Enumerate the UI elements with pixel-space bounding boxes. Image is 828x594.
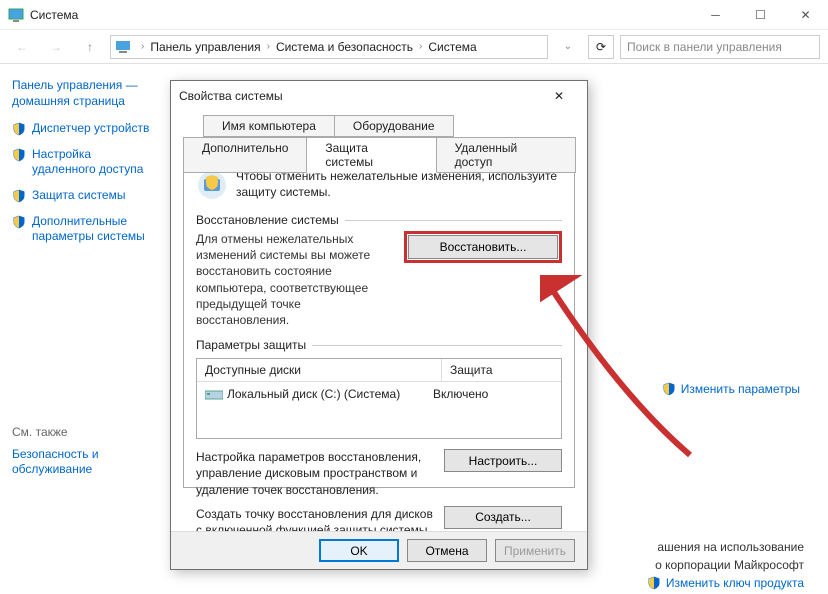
footer-license-partial: ашения на использование	[657, 540, 804, 554]
restore-description: Для отмены нежелательных изменений систе…	[196, 231, 394, 328]
search-input[interactable]: Поиск в панели управления	[620, 35, 820, 59]
change-product-key-link[interactable]: Изменить ключ продукта	[647, 576, 804, 590]
configure-description: Настройка параметров восстановления, упр…	[196, 449, 434, 498]
drives-header-protection: Защита	[441, 359, 561, 381]
system-properties-dialog: Свойства системы ✕ Имя компьютера Оборуд…	[170, 80, 588, 570]
restore-group-label: Восстановление системы	[196, 213, 562, 227]
shield-icon	[12, 215, 26, 229]
shield-icon	[647, 576, 661, 590]
shield-icon	[662, 382, 676, 396]
annotation-highlight: Восстановить...	[404, 231, 562, 263]
change-parameters-link[interactable]: Изменить параметры	[662, 382, 800, 396]
minimize-button[interactable]: ─	[693, 0, 738, 30]
refresh-button[interactable]: ⟳	[588, 35, 614, 59]
cancel-button[interactable]: Отмена	[407, 539, 487, 562]
drive-protection-status: Включено	[433, 387, 553, 401]
forward-button[interactable]: →	[42, 33, 70, 61]
close-button[interactable]: ✕	[783, 0, 828, 30]
system-protection-link[interactable]: Защита системы	[12, 188, 158, 204]
create-description: Создать точку восстановления для дисков …	[196, 506, 434, 531]
protection-group-label: Параметры защиты	[196, 338, 562, 352]
dialog-close-button[interactable]: ✕	[539, 82, 579, 110]
dialog-footer: OK Отмена Применить	[171, 531, 587, 569]
advanced-settings-link[interactable]: Дополнительные параметры системы	[12, 214, 158, 245]
intro-text: Чтобы отменить нежелательные изменения, …	[236, 169, 562, 201]
dialog-titlebar: Свойства системы ✕	[171, 81, 587, 111]
shield-icon	[12, 122, 26, 136]
shield-icon	[12, 189, 26, 203]
drive-icon	[205, 387, 223, 401]
window-titlebar: Система ─ ☐ ✕	[0, 0, 828, 30]
navigation-bar: ← → ↑ › Панель управления › Система и бе…	[0, 30, 828, 64]
configure-button[interactable]: Настроить...	[444, 449, 562, 472]
window-title: Система	[30, 8, 78, 22]
address-bar[interactable]: › Панель управления › Система и безопасн…	[110, 35, 548, 59]
create-button[interactable]: Создать...	[444, 506, 562, 529]
sidebar: Панель управления — домашняя страница Ди…	[0, 64, 170, 594]
ok-button[interactable]: OK	[319, 539, 399, 562]
tab-strip: Имя компьютера Оборудование Дополнительн…	[183, 115, 575, 159]
back-button[interactable]: ←	[8, 33, 36, 61]
device-manager-link[interactable]: Диспетчер устройств	[12, 121, 158, 137]
system-protection-icon	[196, 169, 228, 201]
tab-remote[interactable]: Удаленный доступ	[436, 137, 576, 173]
pc-icon	[115, 39, 131, 55]
tab-panel: Чтобы отменить нежелательные изменения, …	[183, 158, 575, 488]
apply-button[interactable]: Применить	[495, 539, 575, 562]
shield-icon	[12, 148, 26, 162]
tab-computer-name[interactable]: Имя компьютера	[203, 115, 335, 137]
drives-header-drive: Доступные диски	[197, 359, 441, 381]
up-button[interactable]: ↑	[76, 33, 104, 61]
breadcrumb-item[interactable]: Система и безопасность	[276, 40, 413, 54]
restore-button[interactable]: Восстановить...	[408, 235, 558, 259]
maximize-button[interactable]: ☐	[738, 0, 783, 30]
history-dropdown[interactable]: ⌄	[554, 33, 582, 61]
breadcrumb-item[interactable]: Панель управления	[150, 40, 260, 54]
tab-system-protection[interactable]: Защита системы	[306, 137, 436, 173]
dialog-title: Свойства системы	[179, 89, 283, 103]
footer-microsoft-partial: о корпорации Майкрософт	[655, 558, 804, 572]
see-also-label: См. также	[12, 425, 158, 439]
security-maintenance-link[interactable]: Безопасность и обслуживание	[12, 447, 158, 478]
drive-row[interactable]: Локальный диск (C:) (Система) Включено	[197, 382, 561, 406]
system-icon	[8, 7, 24, 23]
drives-list: Доступные диски Защита Локальный диск (C…	[196, 358, 562, 439]
drive-name: Локальный диск (C:) (Система)	[227, 387, 400, 401]
control-panel-home-link[interactable]: Панель управления — домашняя страница	[12, 78, 158, 109]
tab-advanced[interactable]: Дополнительно	[183, 137, 307, 173]
remote-settings-link[interactable]: Настройка удаленного доступа	[12, 147, 158, 178]
tab-hardware[interactable]: Оборудование	[334, 115, 454, 137]
breadcrumb-item[interactable]: Система	[428, 40, 476, 54]
